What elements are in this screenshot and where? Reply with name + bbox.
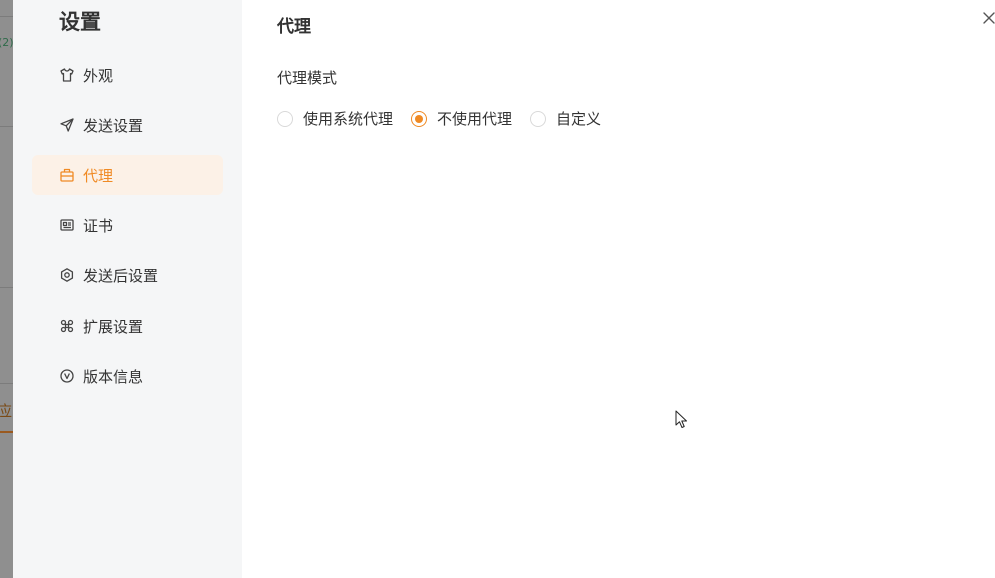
radio-custom-proxy[interactable]: 自定义 bbox=[530, 108, 601, 129]
briefcase-icon bbox=[59, 167, 75, 183]
sidebar-item-label: 版本信息 bbox=[83, 367, 144, 386]
radio-label: 使用系统代理 bbox=[303, 110, 394, 128]
version-icon bbox=[59, 368, 75, 384]
radio-circle[interactable] bbox=[277, 110, 293, 127]
radio-circle[interactable] bbox=[411, 110, 428, 127]
sidebar-item-send-settings[interactable]: 发送设置 bbox=[32, 105, 223, 145]
settings-sidebar: 设置 外观 发送设置 代理 证书 发送后设置 扩展设置 版本信息 bbox=[13, 0, 242, 578]
sidebar-item-post-send-settings[interactable]: 发送后设置 bbox=[32, 255, 223, 295]
mouse-cursor-icon bbox=[675, 410, 687, 428]
app-window: (2) 应 设置 外观 发送设置 bbox=[0, 0, 995, 578]
hexagon-settings-icon bbox=[59, 267, 75, 283]
radio-label: 不使用代理 bbox=[437, 110, 513, 128]
proxy-mode-radio-group: 使用系统代理 不使用代理 自定义 bbox=[277, 108, 619, 129]
sidebar-item-label: 外观 bbox=[83, 66, 114, 85]
close-icon bbox=[983, 12, 995, 24]
close-button[interactable] bbox=[981, 10, 995, 26]
proxy-mode-label: 代理模式 bbox=[277, 69, 338, 87]
background-text-top: (2) bbox=[0, 36, 13, 49]
sidebar-item-certificate[interactable]: 证书 bbox=[32, 205, 223, 245]
command-icon bbox=[59, 318, 75, 334]
sidebar-item-label: 代理 bbox=[83, 166, 114, 185]
sidebar-item-label: 发送后设置 bbox=[83, 266, 159, 285]
shirt-icon bbox=[59, 67, 75, 83]
background-text-bottom: 应 bbox=[0, 402, 13, 420]
background-app-strip: (2) 应 bbox=[0, 0, 13, 578]
sidebar-item-label: 发送设置 bbox=[83, 116, 144, 135]
page-title: 代理 bbox=[277, 17, 311, 37]
sidebar-item-label: 证书 bbox=[83, 216, 114, 235]
sidebar-item-version-info[interactable]: 版本信息 bbox=[32, 356, 223, 396]
radio-no-proxy[interactable]: 不使用代理 bbox=[411, 108, 512, 129]
certificate-icon bbox=[59, 217, 75, 233]
send-icon bbox=[59, 117, 75, 133]
sidebar-item-extension-settings[interactable]: 扩展设置 bbox=[32, 306, 223, 346]
radio-circle[interactable] bbox=[530, 110, 547, 127]
sidebar-item-proxy[interactable]: 代理 bbox=[32, 155, 223, 195]
radio-system-proxy[interactable]: 使用系统代理 bbox=[277, 108, 393, 129]
sidebar-item-appearance[interactable]: 外观 bbox=[32, 55, 223, 95]
radio-label: 自定义 bbox=[556, 110, 602, 128]
sidebar-item-label: 扩展设置 bbox=[83, 317, 144, 336]
sidebar-title: 设置 bbox=[59, 10, 101, 34]
settings-content: 代理 代理模式 使用系统代理 不使用代理 自定义 bbox=[242, 0, 995, 578]
